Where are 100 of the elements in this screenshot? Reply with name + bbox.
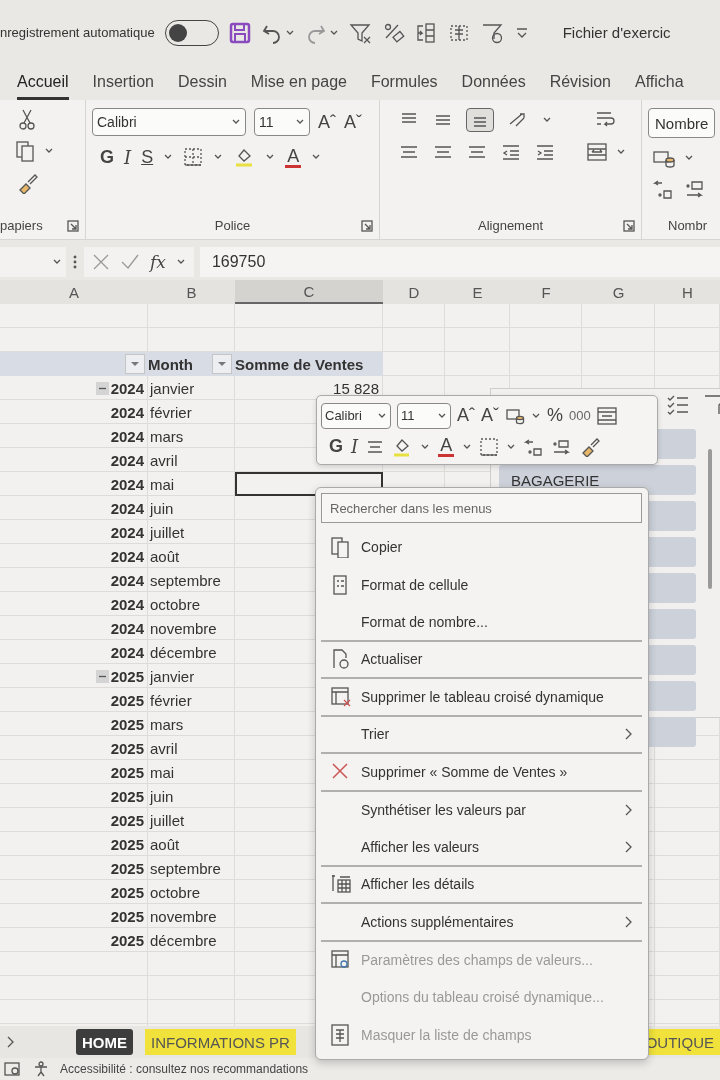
merge-icon[interactable]: [596, 406, 617, 425]
chevron-icon[interactable]: [542, 116, 552, 124]
increase-indent-icon[interactable]: [534, 143, 556, 161]
italic-button[interactable]: I: [124, 146, 132, 168]
decrease-decimal-icon[interactable]: [524, 437, 545, 456]
menu-item[interactable]: Supprimer le tableau croisé dynamique: [321, 679, 642, 717]
insert-function-button[interactable]: fx: [150, 252, 166, 272]
align-left-icon[interactable]: [398, 143, 420, 161]
font-name-field[interactable]: Calibri: [321, 402, 391, 429]
column-header[interactable]: B: [148, 280, 235, 304]
shrink-font-button[interactable]: Aˇ: [481, 405, 499, 426]
accessibility-icon[interactable]: [32, 1061, 50, 1077]
table-cell[interactable]: [235, 472, 383, 496]
table-cell[interactable]: 15 828: [235, 376, 383, 400]
accounting-format-icon[interactable]: [652, 148, 676, 168]
bold-button[interactable]: G: [329, 436, 343, 457]
chevron-icon[interactable]: [311, 153, 322, 161]
decrease-indent-icon[interactable]: [500, 143, 522, 161]
dialog-launcher-icon[interactable]: [623, 219, 635, 232]
menu-item[interactable]: Actualiser: [321, 641, 642, 679]
align-icon[interactable]: [366, 438, 385, 455]
font-color-button[interactable]: A: [438, 436, 455, 457]
chevron-icon[interactable]: [295, 118, 305, 126]
chevron-icon[interactable]: [163, 153, 174, 161]
shrink-font-button[interactable]: Aˇ: [344, 111, 362, 133]
table-split-icon[interactable]: [414, 21, 437, 44]
chevron-icon[interactable]: [328, 28, 339, 37]
formula-field[interactable]: 169750: [199, 247, 720, 277]
border-icon[interactable]: [183, 147, 204, 167]
collapse-icon[interactable]: [95, 669, 109, 683]
scroll-right-icon[interactable]: [6, 1035, 16, 1049]
menu-item[interactable]: Format de cellule: [321, 566, 642, 604]
dialog-launcher-icon[interactable]: [67, 219, 79, 232]
column-header[interactable]: F: [510, 280, 582, 304]
copy-icon[interactable]: [14, 140, 36, 162]
chevron-icon[interactable]: [531, 411, 541, 420]
chevron-icon[interactable]: [213, 153, 224, 161]
chevron-icon[interactable]: [437, 411, 447, 420]
customize-icon[interactable]: [514, 26, 529, 39]
bold-button[interactable]: G: [100, 146, 114, 168]
scrollbar[interactable]: [708, 449, 712, 589]
menu-item[interactable]: Format de nombre...: [321, 604, 642, 642]
menu-item[interactable]: Supprimer « Somme de Ventes »: [321, 754, 642, 792]
chevron-icon[interactable]: [284, 28, 295, 37]
cut-icon[interactable]: [18, 108, 36, 130]
sheet-tab[interactable]: HOME: [76, 1029, 133, 1055]
chevron-icon[interactable]: [462, 442, 473, 451]
chevron-icon[interactable]: [265, 153, 276, 161]
thousands-button[interactable]: 000: [569, 408, 591, 423]
macro-icon[interactable]: [4, 1061, 22, 1077]
column-header[interactable]: G: [582, 280, 655, 304]
paintbrush-icon[interactable]: [580, 436, 601, 457]
number-format-field[interactable]: Nombre: [648, 108, 716, 138]
ribbon-tab[interactable]: Insertion: [92, 73, 154, 100]
column-header[interactable]: E: [445, 280, 510, 304]
cancel-icon[interactable]: [92, 253, 110, 271]
dialog-launcher-icon[interactable]: [361, 219, 373, 232]
percent-eraser-icon[interactable]: [382, 21, 405, 44]
ribbon-tab[interactable]: Révision: [549, 73, 611, 100]
font-name-field[interactable]: Calibri: [92, 108, 246, 136]
font-size-field[interactable]: 11: [397, 402, 451, 429]
ribbon-tab[interactable]: Formules: [370, 73, 438, 100]
merge-icon[interactable]: [586, 142, 608, 162]
chevron-icon[interactable]: [684, 154, 694, 162]
accounting-format-icon[interactable]: [505, 406, 525, 425]
multi-select-icon[interactable]: [666, 393, 690, 417]
chevron-icon[interactable]: [377, 411, 387, 420]
align-bottom-icon[interactable]: [466, 108, 494, 132]
enter-icon[interactable]: [120, 253, 140, 271]
grow-font-button[interactable]: Aˆ: [457, 405, 475, 426]
filter-dropdown[interactable]: [212, 354, 232, 374]
chevron-icon[interactable]: [616, 148, 626, 156]
ribbon-tab[interactable]: Données: [461, 73, 526, 100]
font-color-button[interactable]: A: [285, 146, 302, 168]
italic-button[interactable]: I: [351, 436, 359, 457]
ribbon-tab[interactable]: Dessin: [177, 73, 227, 100]
accessibility-status[interactable]: Accessibilité : consultez nos recommandations: [60, 1062, 309, 1076]
chevron-icon[interactable]: [52, 258, 62, 266]
font-size-field[interactable]: 11: [254, 108, 310, 136]
underline-button[interactable]: S: [141, 146, 154, 168]
menu-item[interactable]: Copier: [321, 529, 642, 567]
chevron-icon[interactable]: [506, 442, 517, 451]
menu-item[interactable]: Afficher les valeurs: [321, 829, 642, 867]
save-icon[interactable]: [228, 21, 251, 44]
sheet-tab[interactable]: INFORMATIONS PR: [145, 1029, 296, 1055]
column-header[interactable]: C: [235, 280, 383, 304]
border-icon[interactable]: [480, 437, 499, 456]
menu-item[interactable]: Afficher les détails: [321, 866, 642, 904]
menu-item[interactable]: Synthétiser les valeurs par: [321, 791, 642, 829]
grow-font-button[interactable]: Aˆ: [318, 111, 336, 133]
chevron-icon[interactable]: [420, 442, 431, 451]
percent-button[interactable]: %: [547, 405, 563, 426]
search-field[interactable]: Rechercher dans les menus: [321, 493, 642, 523]
menu-item[interactable]: Trier: [321, 716, 642, 754]
increase-decimal-icon[interactable]: [552, 437, 573, 456]
chevron-icon[interactable]: [231, 118, 241, 126]
align-right-icon[interactable]: [466, 143, 488, 161]
chevron-icon[interactable]: [175, 258, 186, 266]
menu-item[interactable]: Actions supplémentaires: [321, 904, 642, 942]
filter-dropdown[interactable]: [125, 354, 145, 374]
